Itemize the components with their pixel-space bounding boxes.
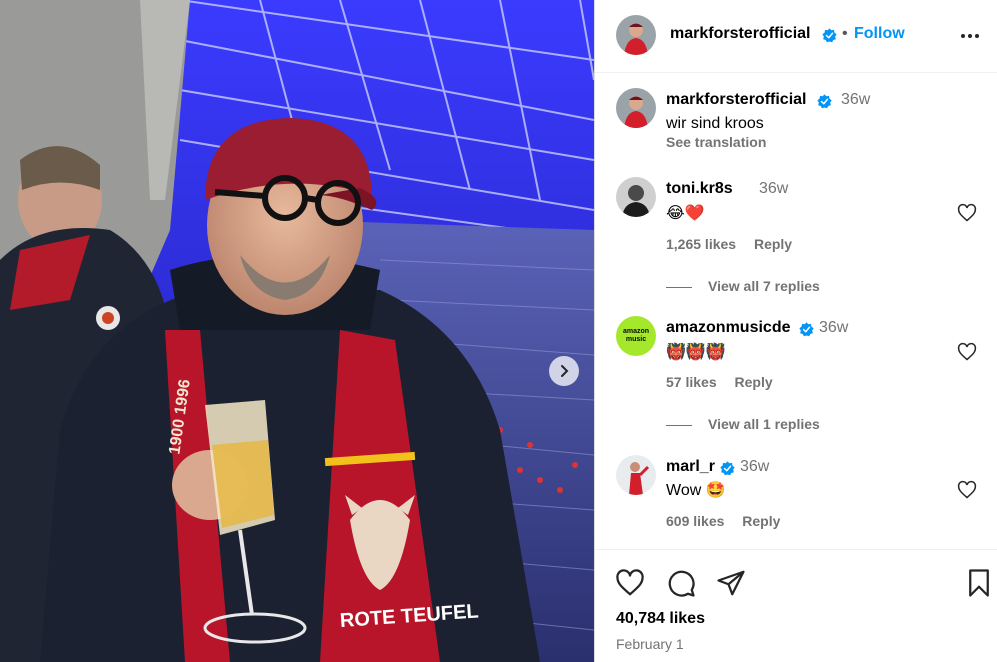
caption-text: wir sind kroos bbox=[666, 115, 764, 132]
author-username[interactable]: markforsterofficial bbox=[670, 25, 811, 43]
caption-author-avatar[interactable] bbox=[616, 88, 656, 128]
verified-badge-icon bbox=[720, 461, 735, 476]
view-replies-label: View all 1 replies bbox=[708, 416, 820, 432]
comment-text: 😂❤️ bbox=[666, 205, 705, 222]
commenter-avatar[interactable]: amazon music bbox=[616, 316, 656, 356]
post-header: markforsterofficial • Follow bbox=[595, 0, 997, 73]
see-translation-link[interactable]: See translation bbox=[666, 134, 766, 150]
caption-username[interactable]: markforsterofficial bbox=[666, 91, 807, 109]
view-replies-line bbox=[666, 286, 692, 288]
more-options-icon[interactable] bbox=[958, 24, 982, 48]
comment-meta: 609 likes Reply bbox=[666, 513, 780, 529]
comments-list[interactable]: markforsterofficial 36w wir sind kroos S… bbox=[595, 74, 997, 549]
separator-dot: • bbox=[842, 25, 848, 42]
comment-time[interactable]: 36w bbox=[740, 458, 769, 476]
verified-badge-icon bbox=[799, 322, 814, 337]
view-replies-button[interactable]: View all 1 replies bbox=[666, 416, 820, 432]
comment-text: Wow 🤩 bbox=[666, 482, 726, 499]
post-likes-count[interactable]: 40,784 likes bbox=[616, 610, 705, 628]
comment-like-heart-icon[interactable] bbox=[957, 342, 977, 362]
follow-button[interactable]: Follow bbox=[854, 25, 905, 43]
comment-likes[interactable]: 1,265 likes bbox=[666, 236, 736, 252]
commenter-avatar[interactable] bbox=[616, 177, 656, 217]
author-avatar[interactable] bbox=[616, 15, 656, 55]
post-actions: 40,784 likes February 1 bbox=[595, 549, 997, 662]
comment-time[interactable]: 36w bbox=[759, 180, 788, 198]
view-replies-label: View all 7 replies bbox=[708, 278, 820, 294]
comment-likes[interactable]: 609 likes bbox=[666, 513, 724, 529]
stadium-photo: ROTE TEUFEL 1900 1996 bbox=[0, 0, 594, 662]
comment-icon[interactable] bbox=[666, 568, 696, 598]
comment-username[interactable]: amazonmusicde bbox=[666, 319, 790, 337]
comment-username[interactable]: marl_r bbox=[666, 458, 715, 476]
reply-button[interactable]: Reply bbox=[754, 236, 792, 252]
comment-like-heart-icon[interactable] bbox=[957, 203, 977, 223]
comment-likes[interactable]: 57 likes bbox=[666, 374, 717, 390]
reply-button[interactable]: Reply bbox=[735, 374, 773, 390]
view-replies-line bbox=[666, 424, 692, 426]
commenter-avatar[interactable] bbox=[616, 455, 656, 495]
comment-meta: 1,265 likes Reply bbox=[666, 236, 792, 252]
comment-username[interactable]: toni.kr8s bbox=[666, 180, 733, 198]
next-photo-button[interactable] bbox=[549, 356, 579, 386]
chevron-right-icon bbox=[561, 365, 569, 377]
bookmark-icon[interactable] bbox=[964, 568, 994, 598]
comment-time[interactable]: 36w bbox=[819, 319, 848, 337]
post-details-panel: markforsterofficial • Follow markforster… bbox=[594, 0, 997, 662]
comment-meta: 57 likes Reply bbox=[666, 374, 773, 390]
verified-badge-icon bbox=[822, 28, 837, 43]
share-icon[interactable] bbox=[716, 568, 746, 598]
comment-like-heart-icon[interactable] bbox=[957, 480, 977, 500]
comment-text: 👹👹👹 bbox=[666, 344, 726, 361]
post-photo: ROTE TEUFEL 1900 1996 bbox=[0, 0, 594, 662]
verified-badge-icon bbox=[817, 94, 832, 109]
caption-time[interactable]: 36w bbox=[841, 91, 870, 109]
post-date[interactable]: February 1 bbox=[616, 636, 684, 652]
amazon-music-logo: amazon music bbox=[622, 328, 650, 343]
view-replies-button[interactable]: View all 7 replies bbox=[666, 278, 820, 294]
heart-icon[interactable] bbox=[615, 568, 645, 598]
reply-button[interactable]: Reply bbox=[742, 513, 780, 529]
